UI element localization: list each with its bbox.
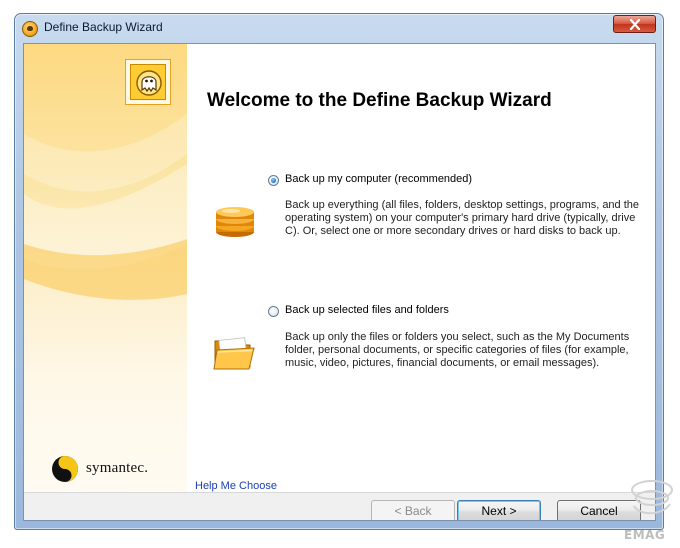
norton-ghost-icon [22, 21, 38, 37]
wizard-footer: < Back Next > Cancel [24, 492, 655, 520]
folder-icon [213, 337, 255, 370]
close-icon [629, 19, 641, 30]
symantec-logo-icon [52, 456, 78, 482]
watermark-text: EMAG [624, 528, 666, 542]
sidebar-wave-decoration [24, 114, 187, 300]
option-label[interactable]: Back up my computer (recommended) [285, 173, 472, 185]
page-title: Welcome to the Define Backup Wizard [207, 90, 552, 111]
radio-backup-files[interactable] [268, 306, 279, 317]
option-description: Back up only the files or folders you se… [285, 331, 630, 369]
window-title: Define Backup Wizard [44, 20, 163, 34]
option-description: Back up everything (all files, folders, … [285, 199, 640, 237]
wizard-content: symantec. Welcome to the Define Backup W… [23, 43, 656, 521]
wizard-window: Define Backup Wizard symantec. Welcome t… [14, 13, 664, 530]
sidebar-logo [125, 59, 171, 105]
next-button[interactable]: Next > [457, 500, 541, 520]
close-button[interactable] [613, 15, 656, 33]
title-bar[interactable]: Define Backup Wizard [15, 14, 663, 42]
back-button[interactable]: < Back [371, 500, 455, 520]
symantec-brand: symantec. [50, 454, 170, 484]
wizard-sidebar: symantec. [24, 44, 187, 492]
brand-name: symantec. [86, 460, 149, 476]
radio-backup-computer[interactable] [268, 175, 279, 186]
option-label[interactable]: Back up selected files and folders [285, 304, 449, 316]
ghost-logo-icon [136, 70, 162, 96]
drive-stack-icon [216, 207, 254, 237]
help-me-choose-link[interactable]: Help Me Choose [195, 480, 277, 492]
